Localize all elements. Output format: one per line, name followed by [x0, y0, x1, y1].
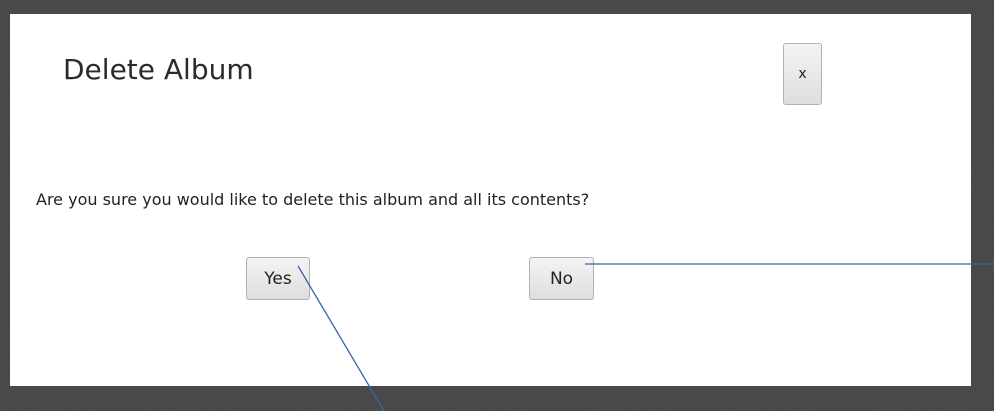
delete-album-dialog: Delete Album x Are you sure you would li… [10, 14, 971, 386]
yes-button[interactable]: Yes [246, 257, 310, 300]
confirmation-message: Are you sure you would like to delete th… [36, 190, 590, 209]
no-button[interactable]: No [529, 257, 594, 300]
close-button[interactable]: x [783, 43, 822, 105]
dialog-title: Delete Album [63, 53, 254, 86]
